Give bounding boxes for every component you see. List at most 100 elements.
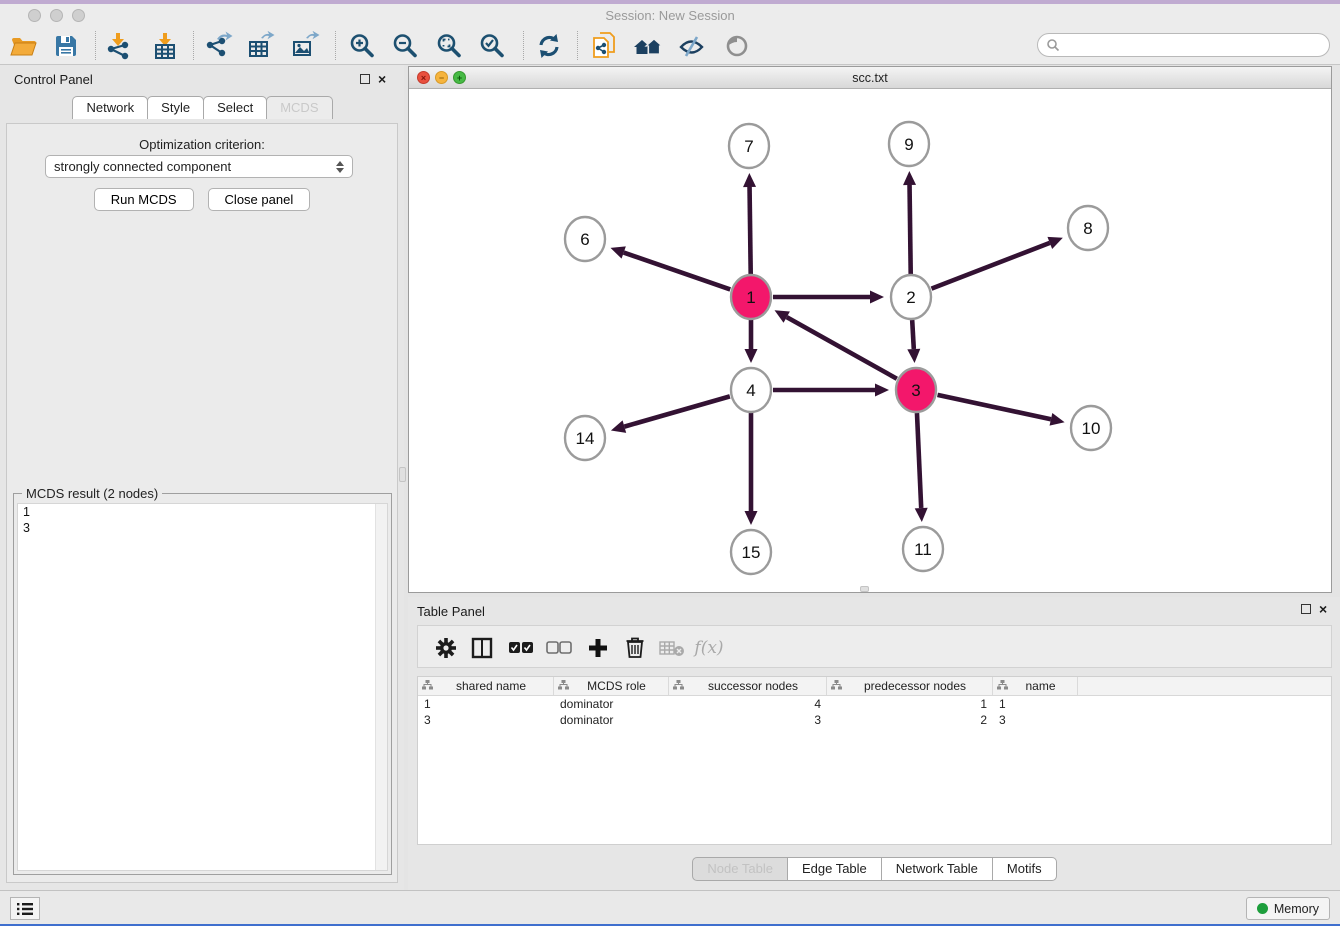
tab-network-table[interactable]: Network Table — [881, 857, 993, 881]
zoom-selected-button[interactable] — [474, 29, 510, 62]
deselect-all-button[interactable] — [542, 632, 576, 663]
open-session-button[interactable] — [6, 29, 42, 62]
edge-1-7[interactable] — [750, 187, 751, 274]
toolbar-separator — [577, 31, 578, 60]
edge-2-9[interactable] — [910, 185, 911, 274]
function-builder-button[interactable]: f(x) — [692, 632, 726, 663]
column-header-filler — [1078, 677, 1331, 695]
export-table-button[interactable] — [243, 29, 279, 62]
clone-network-button[interactable] — [587, 29, 623, 62]
import-network-icon — [103, 31, 133, 61]
show-column-button[interactable] — [465, 632, 499, 663]
table-panel-tabs: Node TableEdge TableNetwork TableMotifs — [408, 857, 1340, 881]
task-history-button[interactable] — [10, 897, 40, 920]
run-mcds-button[interactable]: Run MCDS — [94, 188, 194, 211]
edge-arrowhead — [907, 349, 920, 363]
table-cell-name[interactable]: 1 — [993, 696, 1078, 712]
control-tab-mcds[interactable]: MCDS — [266, 96, 332, 119]
column-header-mcds-role[interactable]: MCDS role — [554, 677, 669, 695]
table-cell-mcds-role[interactable]: dominator — [554, 712, 669, 728]
show-all-views-button[interactable] — [630, 29, 666, 62]
import-network-button[interactable] — [100, 29, 136, 62]
graph-node-label-3: 3 — [911, 381, 920, 400]
network-graph[interactable]: 7968124314101511 — [409, 89, 1331, 592]
mcds-result-title: MCDS result (2 nodes) — [22, 486, 162, 501]
edge-2-8[interactable] — [931, 243, 1049, 289]
close-panel-icon[interactable]: × — [378, 73, 386, 85]
table-row[interactable]: 3dominator323 — [418, 712, 1331, 728]
splitter-grip-horizontal[interactable] — [860, 586, 869, 592]
table-cell-mcds-role[interactable]: dominator — [554, 696, 669, 712]
export-image-button[interactable] — [287, 29, 323, 62]
control-tab-style[interactable]: Style — [147, 96, 204, 119]
table-cell-shared-name[interactable]: 3 — [418, 712, 554, 728]
delete-table-button[interactable] — [655, 632, 689, 663]
float-table-panel-icon[interactable] — [1301, 604, 1311, 614]
delete-row-button[interactable] — [618, 632, 652, 663]
show-graphics-details-button[interactable] — [719, 29, 755, 62]
table-cell-successor-nodes[interactable]: 4 — [669, 696, 827, 712]
table-cell-shared-name[interactable]: 1 — [418, 696, 554, 712]
table-panel-header: Table Panel × — [408, 597, 1340, 625]
zoom-fit-button[interactable] — [431, 29, 467, 62]
edge-3-1[interactable] — [787, 317, 897, 379]
tab-motifs[interactable]: Motifs — [992, 857, 1057, 881]
apply-layout-button[interactable] — [531, 29, 567, 62]
splitter-grip-vertical[interactable] — [399, 467, 406, 482]
optimization-criterion-dropdown[interactable]: strongly connected component — [45, 155, 353, 178]
control-tab-network[interactable]: Network — [72, 96, 148, 119]
result-scrollbar[interactable] — [375, 504, 387, 870]
tab-edge-table[interactable]: Edge Table — [787, 857, 882, 881]
column-header-shared-name[interactable]: shared name — [418, 677, 554, 695]
eye-icon — [723, 32, 751, 60]
table-panel: Table Panel × — [408, 597, 1340, 890]
network-window-titlebar[interactable]: × − + scc.txt — [409, 67, 1331, 89]
edge-arrowhead — [610, 246, 625, 258]
save-session-button[interactable] — [48, 29, 84, 62]
import-table-button[interactable] — [147, 29, 183, 62]
edge-4-14[interactable] — [624, 396, 729, 426]
zoom-in-button[interactable] — [344, 29, 380, 62]
refresh-icon — [535, 32, 563, 60]
mcds-tab-content: Optimization criterion: strongly connect… — [6, 123, 398, 883]
close-table-panel-icon[interactable]: × — [1319, 603, 1327, 615]
table-cell-name[interactable]: 3 — [993, 712, 1078, 728]
status-bar: Memory — [0, 890, 1340, 924]
table-cell-predecessor-nodes[interactable]: 1 — [827, 696, 993, 712]
network-window-title: scc.txt — [409, 71, 1331, 85]
column-header-name[interactable]: name — [993, 677, 1078, 695]
import-table-icon — [150, 31, 180, 61]
close-panel-button[interactable]: Close panel — [208, 188, 311, 211]
search-input[interactable] — [1060, 36, 1329, 54]
mcds-result-list[interactable]: 13 — [17, 503, 388, 871]
list-icon — [16, 902, 34, 916]
column-header-predecessor-nodes[interactable]: predecessor nodes — [827, 677, 993, 695]
float-panel-icon[interactable] — [360, 74, 370, 84]
search-icon — [1046, 38, 1060, 52]
edge-arrowhead — [915, 508, 928, 522]
column-header-successor-nodes[interactable]: successor nodes — [669, 677, 827, 695]
edge-1-6[interactable] — [624, 253, 731, 290]
edge-3-10[interactable] — [937, 395, 1050, 419]
toolbar-separator — [193, 31, 194, 60]
table-cell-predecessor-nodes[interactable]: 2 — [827, 712, 993, 728]
edge-2-3[interactable] — [912, 320, 914, 349]
zoom-fit-icon — [435, 32, 463, 60]
control-tab-select[interactable]: Select — [203, 96, 267, 119]
table-options-button[interactable] — [429, 632, 463, 663]
memory-button[interactable]: Memory — [1246, 897, 1330, 920]
select-all-button[interactable] — [504, 632, 538, 663]
graph-node-label-15: 15 — [742, 543, 761, 562]
add-row-button[interactable] — [581, 632, 615, 663]
export-network-button[interactable] — [200, 29, 236, 62]
hide-graphics-details-button[interactable] — [674, 29, 710, 62]
mcds-result-group: MCDS result (2 nodes) 13 — [13, 493, 392, 875]
graph-node-label-4: 4 — [746, 381, 755, 400]
edge-3-11[interactable] — [917, 413, 921, 508]
table-row[interactable]: 1dominator411 — [418, 696, 1331, 712]
tab-node-table[interactable]: Node Table — [692, 857, 788, 881]
table-cell-successor-nodes[interactable]: 3 — [669, 712, 827, 728]
network-canvas[interactable]: 7968124314101511 — [409, 89, 1331, 592]
zoom-out-button[interactable] — [387, 29, 423, 62]
node-table[interactable]: shared nameMCDS rolesuccessor nodesprede… — [417, 676, 1332, 845]
